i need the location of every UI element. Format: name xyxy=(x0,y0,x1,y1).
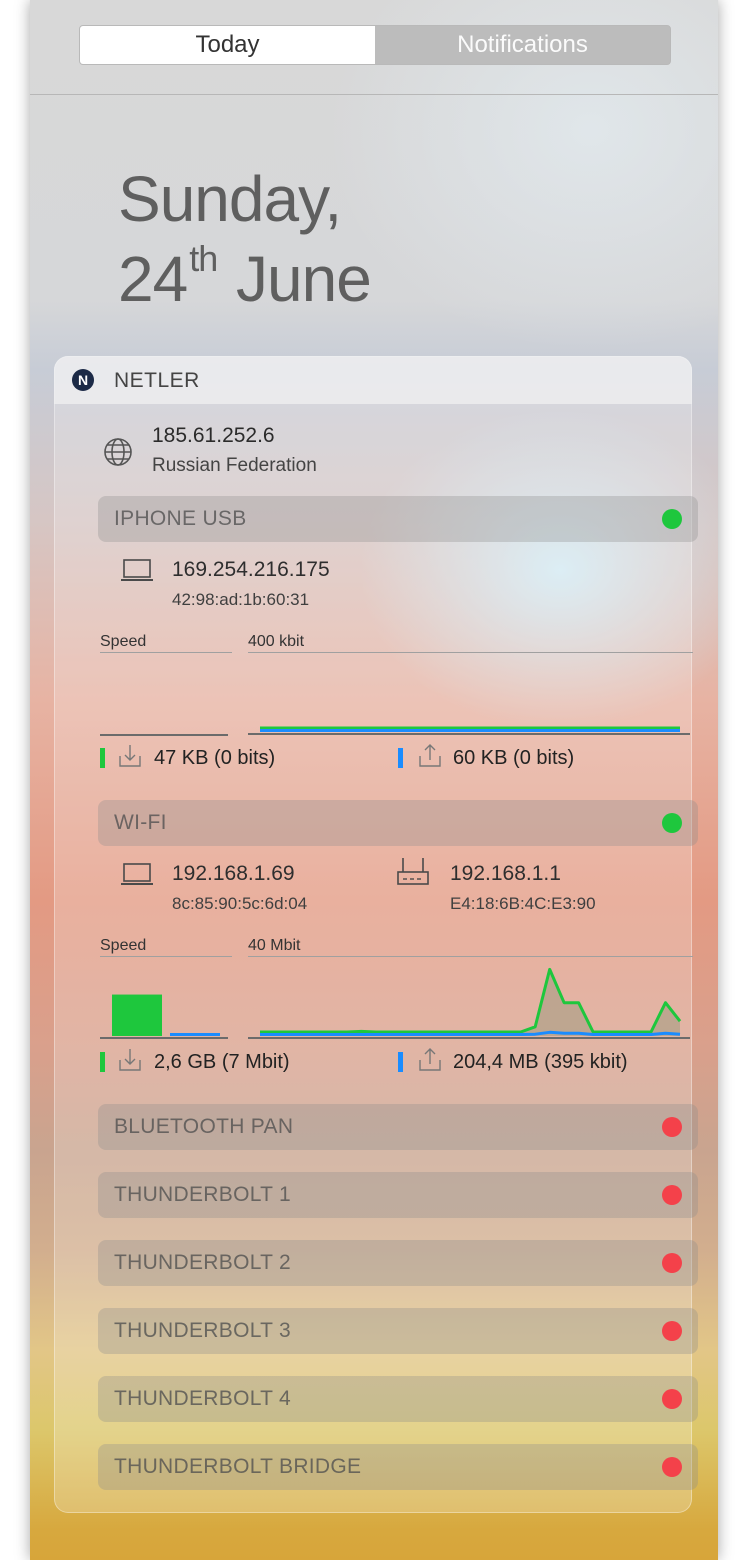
date-day-month: 24th June xyxy=(118,238,372,316)
speed-rule xyxy=(100,956,232,957)
local-ip[interactable]: 192.168.1.69 xyxy=(172,862,295,886)
laptop-icon xyxy=(121,559,153,581)
current-speed-bars-wifi xyxy=(100,994,228,1039)
interface-bar-thunderbolt-2[interactable]: THUNDERBOLT 2 xyxy=(98,1240,698,1286)
netler-logo: N xyxy=(72,369,94,391)
tab-today[interactable]: Today xyxy=(80,26,375,64)
speed-label: Speed xyxy=(100,937,147,954)
date-suffix: th xyxy=(189,238,218,279)
public-ip-country: Russian Federation xyxy=(152,455,317,476)
download-icon xyxy=(119,1049,141,1071)
chart-scale-label: 40 Mbit xyxy=(248,937,301,954)
status-dot xyxy=(662,1321,682,1341)
download-total: 2,6 GB (7 Mbit) xyxy=(154,1051,290,1073)
interface-name: THUNDERBOLT BRIDGE xyxy=(114,1455,362,1478)
interface-name: WI-FI xyxy=(114,811,167,834)
interface-bar-thunderbolt-1[interactable]: THUNDERBOLT 1 xyxy=(98,1172,698,1218)
router-icon xyxy=(397,858,429,885)
status-dot xyxy=(662,1457,682,1477)
local-mac: 42:98:ad:1b:60:31 xyxy=(172,590,310,609)
download-total: 47 KB (0 bits) xyxy=(154,747,276,769)
chart-scale-rule xyxy=(248,652,693,653)
router-mac: E4:18:6B:4C:E3:90 xyxy=(450,894,596,913)
interface-bar-bluetooth-pan[interactable]: BLUETOOTH PAN xyxy=(98,1104,698,1150)
widget-header[interactable]: N NETLER xyxy=(54,356,692,404)
local-ip[interactable]: 169.254.216.175 xyxy=(172,558,330,582)
upload-legend-mark xyxy=(398,1052,403,1072)
interface-name: IPHONE USB xyxy=(114,507,247,530)
tab-notifications[interactable]: Notifications xyxy=(375,26,670,64)
download-area xyxy=(260,969,680,1036)
interface-name: THUNDERBOLT 4 xyxy=(114,1387,291,1410)
date-day: 24 xyxy=(118,243,188,315)
download-icon xyxy=(119,745,141,767)
laptop-icon xyxy=(121,863,153,885)
status-dot xyxy=(662,509,682,529)
globe-icon xyxy=(104,438,132,466)
interface-bar-wifi[interactable]: WI-FI xyxy=(98,800,698,846)
interface-name: THUNDERBOLT 2 xyxy=(114,1251,291,1274)
interface-name: THUNDERBOLT 1 xyxy=(114,1183,291,1206)
speed-label: Speed xyxy=(100,633,147,650)
netler-widget: N NETLER 185.61.252.6 Russian Federation… xyxy=(54,356,698,1513)
speed-baseline xyxy=(100,734,228,736)
interface-name: BLUETOOTH PAN xyxy=(114,1115,294,1138)
upload-icon xyxy=(419,744,441,767)
status-dot xyxy=(662,1253,682,1273)
traffic-chart-wifi xyxy=(248,967,690,1039)
status-dot xyxy=(662,813,682,833)
interface-bar-thunderbolt-3[interactable]: THUNDERBOLT 3 xyxy=(98,1308,698,1354)
upload-legend-mark xyxy=(398,748,403,768)
interface-bar-thunderbolt-4[interactable]: THUNDERBOLT 4 xyxy=(98,1376,698,1422)
upload-speed-bar xyxy=(170,1033,220,1036)
upload-icon xyxy=(419,1048,441,1071)
header-divider xyxy=(30,94,718,95)
traffic-chart-iphone-usb xyxy=(248,726,690,735)
status-dot xyxy=(662,1117,682,1137)
date-weekday: Sunday, xyxy=(118,163,342,235)
widget-title: NETLER xyxy=(114,369,200,392)
chart-scale-label: 400 kbit xyxy=(248,633,305,650)
public-ip[interactable]: 185.61.252.6 xyxy=(152,424,275,448)
router-ip[interactable]: 192.168.1.1 xyxy=(450,862,561,886)
date-month: June xyxy=(236,243,372,315)
notification-center-panel: Today Notifications Sunday, 24th June N … xyxy=(30,0,718,1560)
download-legend-mark xyxy=(100,748,105,768)
upload-total: 60 KB (0 bits) xyxy=(453,747,575,769)
interface-bar-thunderbolt-bridge[interactable]: THUNDERBOLT BRIDGE xyxy=(98,1444,698,1490)
segmented-control: Today Notifications xyxy=(79,25,671,65)
chart-scale-rule xyxy=(248,956,693,957)
speed-rule xyxy=(100,652,232,653)
local-mac: 8c:85:90:5c:6d:04 xyxy=(172,894,308,913)
status-dot xyxy=(662,1185,682,1205)
download-series-line xyxy=(260,967,682,1034)
interface-bar-iphone-usb[interactable]: IPHONE USB xyxy=(98,496,698,542)
status-dot xyxy=(662,1389,682,1409)
download-legend-mark xyxy=(100,1052,105,1072)
download-speed-bar xyxy=(112,994,162,1036)
interface-name: THUNDERBOLT 3 xyxy=(114,1319,291,1342)
upload-total: 204,4 MB (395 kbit) xyxy=(453,1051,628,1073)
